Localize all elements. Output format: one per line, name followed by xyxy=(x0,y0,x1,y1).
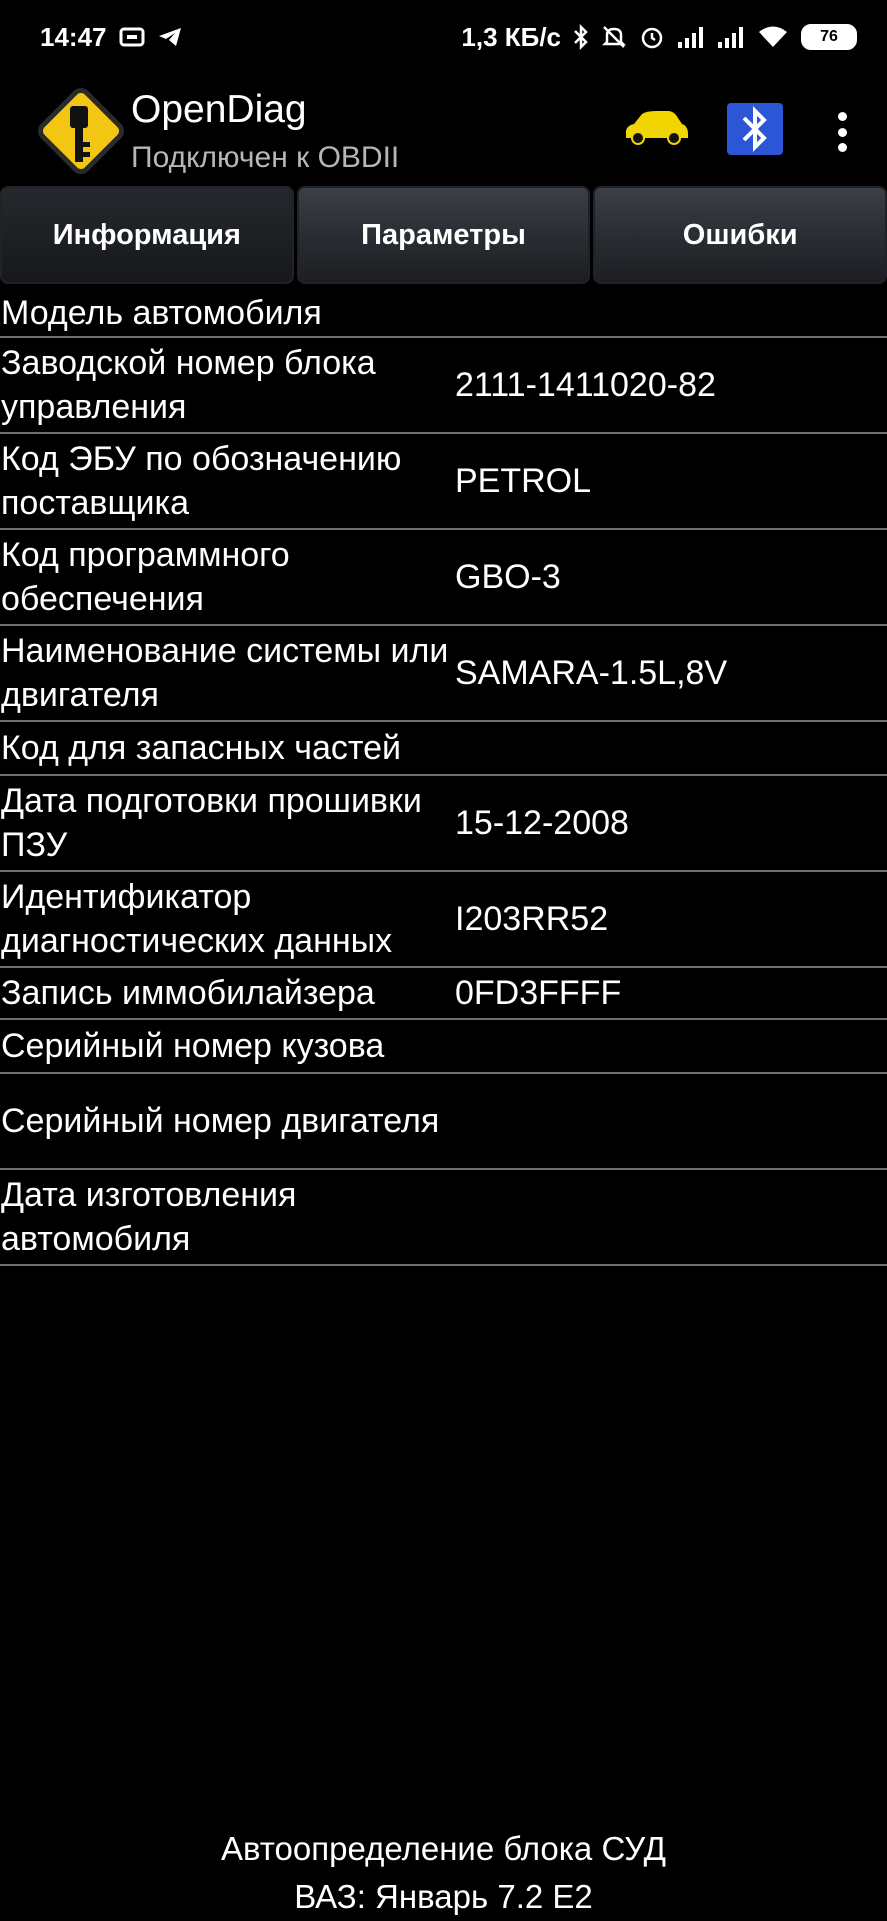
car-icon[interactable] xyxy=(622,108,690,146)
info-label: Код ЭБУ по обозначению поставщика xyxy=(1,440,402,522)
info-label: Серийный номер кузова xyxy=(1,1027,385,1065)
list-item: Дата подготовки прошивки ПЗУ 15-12-2008 xyxy=(0,776,887,872)
info-label: Серийный номер двигателя xyxy=(1,1102,440,1140)
tab-bar: Информация Параметры Ошибки xyxy=(0,186,887,286)
overflow-menu-icon[interactable] xyxy=(824,112,860,152)
signal-icon-1 xyxy=(677,25,705,49)
info-label: Запись иммобилайзера xyxy=(1,974,375,1012)
info-value: GBO-3 xyxy=(455,558,561,596)
list-item: Серийный номер двигателя xyxy=(0,1074,887,1170)
list-item: Запись иммобилайзера 0FD3FFFF xyxy=(0,968,887,1020)
info-label: Код программного обеспечения xyxy=(1,536,290,618)
info-value: PETROL xyxy=(455,462,592,500)
app-bar: OpenDiag Подключен к OBDII xyxy=(0,74,887,186)
app-title: OpenDiag xyxy=(131,88,307,131)
telegram-icon xyxy=(157,26,183,48)
list-item: Код для запасных частей xyxy=(0,722,887,776)
list-item: Код программного обеспечения GBO-3 xyxy=(0,530,887,626)
list-item: Код ЭБУ по обозначению поставщика PETROL xyxy=(0,434,887,530)
info-label: Дата изготовления автомобиля xyxy=(1,1176,297,1258)
footer-line-1: Автоопределение блока СУД xyxy=(220,1830,667,1867)
alarm-icon xyxy=(639,24,665,50)
info-label: Наименование системы или двигателя xyxy=(1,632,449,714)
info-label: Дата подготовки прошивки ПЗУ xyxy=(1,782,422,864)
network-speed: 1,3 КБ/с xyxy=(461,21,561,52)
connection-status: Подключен к OBDII xyxy=(131,141,400,174)
info-value: 15-12-2008 xyxy=(455,804,629,842)
battery-icon: 76 xyxy=(801,24,857,50)
bluetooth-status-icon xyxy=(573,24,589,50)
info-value: 0FD3FFFF xyxy=(455,974,622,1012)
battery-level: 76 xyxy=(820,28,838,45)
list-item: Идентификатор диагностических данных I20… xyxy=(0,872,887,968)
status-time: 14:47 xyxy=(40,21,107,52)
info-label: Модель автомобиля xyxy=(1,294,322,332)
list-item: Наименование системы или двигателя SAMAR… xyxy=(0,626,887,722)
list-item: Серийный номер кузова xyxy=(0,1020,887,1074)
info-value: 2111-1411020-82 xyxy=(455,366,716,404)
status-left: 14:47 xyxy=(40,22,183,53)
mute-icon xyxy=(601,24,627,50)
info-value: SAMARA-1.5L,8V xyxy=(455,654,728,692)
list-item: Заводской номер блока управления 2111-14… xyxy=(0,338,887,434)
tab-information[interactable]: Информация xyxy=(0,186,294,284)
screen-record-icon xyxy=(119,27,145,47)
info-value: I203RR52 xyxy=(455,900,609,938)
signal-icon-2 xyxy=(717,25,745,49)
status-right: 1,3 КБ/с 76 xyxy=(461,22,857,53)
list-item: Дата изготовления автомобиля xyxy=(0,1170,887,1266)
info-label: Заводской номер блока управления xyxy=(1,344,376,426)
info-label: Код для запасных частей xyxy=(1,729,401,767)
info-list: Модель автомобиля Заводской номер блока … xyxy=(0,290,887,1266)
tab-parameters[interactable]: Параметры xyxy=(296,186,591,284)
bluetooth-connect-icon[interactable] xyxy=(726,102,784,156)
status-bar: 14:47 1,3 КБ/с 76 xyxy=(0,0,887,74)
info-label: Идентификатор диагностических данных xyxy=(1,878,393,960)
wifi-icon xyxy=(757,25,789,49)
tab-errors[interactable]: Ошибки xyxy=(593,186,887,284)
footer-line-2: ВАЗ: Январь 7.2 E2 xyxy=(294,1878,593,1915)
app-logo-icon xyxy=(28,78,134,184)
ecu-autodetect-footer: Автоопределение блока СУД ВАЗ: Январь 7.… xyxy=(0,1825,887,1921)
list-item: Модель автомобиля xyxy=(0,290,887,338)
